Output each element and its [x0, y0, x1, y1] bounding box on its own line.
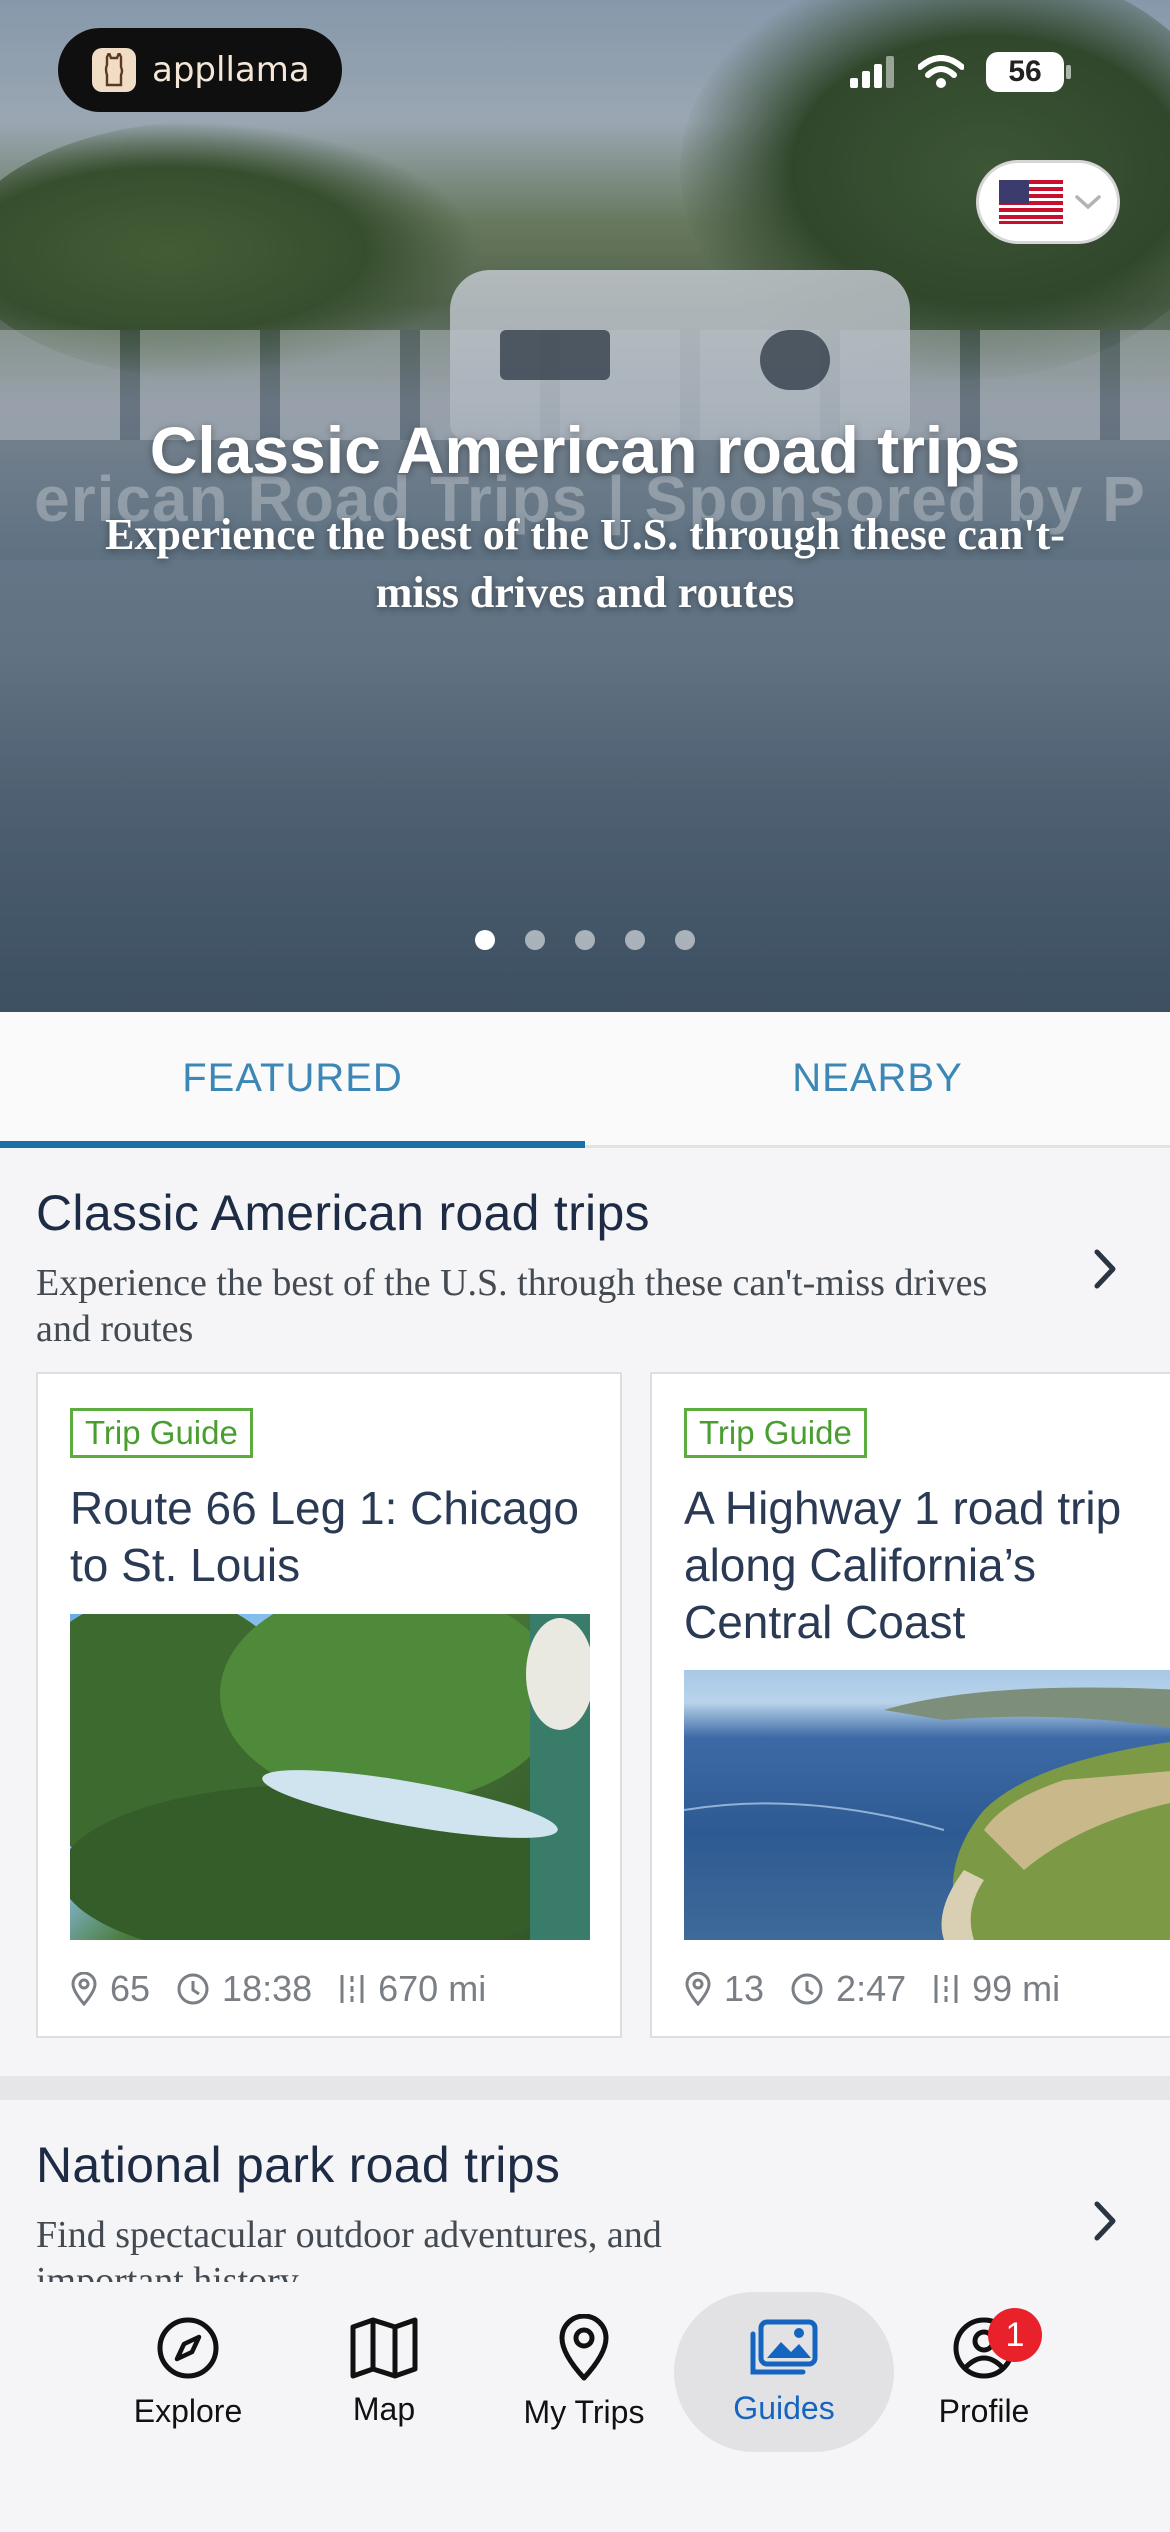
location-pin-icon	[685, 1972, 711, 2006]
nav-my-trips[interactable]: My Trips	[484, 2292, 684, 2452]
trip-guide-card[interactable]: Trip Guide Route 66 Leg 1: Chicago to St…	[36, 1372, 622, 2038]
trip-guide-badge: Trip Guide	[70, 1408, 253, 1458]
status-icons: 56	[850, 52, 1071, 92]
tab-nearby[interactable]: NEARBY	[585, 1012, 1170, 1145]
section-description: Find spectacular outdoor adventures, and…	[36, 2214, 662, 2290]
tab-featured[interactable]: FEATURED	[0, 1012, 585, 1148]
photos-icon	[750, 2319, 818, 2374]
nav-label: Map	[352, 2390, 416, 2427]
distance: 99 mi	[972, 1968, 1061, 2009]
stops-count: 13	[724, 1968, 765, 2009]
location-pin-icon	[71, 1972, 97, 2006]
nav-explore[interactable]: Explore	[88, 2292, 288, 2452]
carousel-dot[interactable]	[625, 930, 645, 950]
carousel-dot-active[interactable]	[475, 930, 495, 950]
card-image	[70, 1614, 590, 1940]
road-distance-icon	[340, 1975, 364, 2003]
llama-logo-icon	[92, 48, 136, 92]
card-title: A Highway 1 road trip along California’s…	[684, 1482, 1122, 1648]
wifi-icon	[918, 55, 964, 88]
nav-label: Profile	[938, 2392, 1030, 2429]
section-title[interactable]: National park road trips	[36, 2136, 560, 2194]
clock-icon	[177, 1973, 209, 2005]
nav-profile[interactable]: Profile 1	[884, 2292, 1084, 2452]
notification-badge: 1	[988, 2308, 1042, 2362]
cellular-signal-icon	[850, 56, 894, 88]
us-flag-icon	[999, 180, 1063, 224]
carousel-dot[interactable]	[525, 930, 545, 950]
duration: 2:47	[836, 1968, 907, 2009]
carousel-dot[interactable]	[675, 930, 695, 950]
section-divider	[0, 2076, 1170, 2100]
chevron-down-icon	[1075, 195, 1101, 210]
nav-label: Explore	[133, 2392, 243, 2429]
trip-guide-card[interactable]: Trip Guide A Highway 1 road trip along C…	[650, 1372, 1170, 2038]
stops-count: 65	[110, 1968, 151, 2009]
hero-title: Classic American road trips	[149, 413, 1021, 487]
bottom-navigation: Explore Map My Trips Guides Profile 1	[0, 2282, 1170, 2532]
chevron-right-icon[interactable]	[1085, 1244, 1125, 1294]
card-meta: 65 18:38 670 mi	[70, 1968, 486, 2010]
app-badge-pill: appllama	[58, 28, 342, 112]
nav-map[interactable]: Map	[284, 2292, 484, 2452]
section-national-parks: National park road trips Find spectacula…	[0, 2100, 1170, 2290]
road-distance-icon	[934, 1975, 958, 2003]
map-icon	[350, 2317, 418, 2378]
location-pin-icon	[559, 2313, 609, 2380]
chevron-right-icon[interactable]	[1085, 2196, 1125, 2246]
clock-icon	[791, 1973, 823, 2005]
battery-indicator: 56	[986, 52, 1071, 92]
country-selector-button[interactable]	[976, 160, 1120, 244]
compass-icon	[157, 2317, 219, 2378]
nav-label: My Trips	[523, 2393, 645, 2430]
section-title[interactable]: Classic American road trips	[36, 1184, 650, 1242]
trip-guide-badge: Trip Guide	[684, 1408, 867, 1458]
nav-label: Guides	[733, 2389, 835, 2426]
nav-guides[interactable]: Guides	[674, 2292, 894, 2452]
duration: 18:38	[222, 1968, 313, 2009]
card-title: Route 66 Leg 1: Chicago to St. Louis	[70, 1482, 579, 1591]
distance: 670 mi	[378, 1968, 487, 2009]
card-meta: 13 2:47 99 mi	[684, 1968, 1060, 2010]
app-name: appllama	[152, 50, 310, 90]
carousel-dot[interactable]	[575, 930, 595, 950]
tab-bar: FEATURED NEARBY	[0, 1012, 1170, 1148]
hero-subtitle: Experience the best of the U.S. through …	[105, 510, 1065, 617]
carousel-dots	[0, 930, 1170, 950]
section-description: Experience the best of the U.S. through …	[36, 1262, 988, 1350]
hero-carousel[interactable]: erican Road Trips | Sponsored by P Class…	[0, 0, 1170, 1012]
card-image	[684, 1670, 1170, 1940]
